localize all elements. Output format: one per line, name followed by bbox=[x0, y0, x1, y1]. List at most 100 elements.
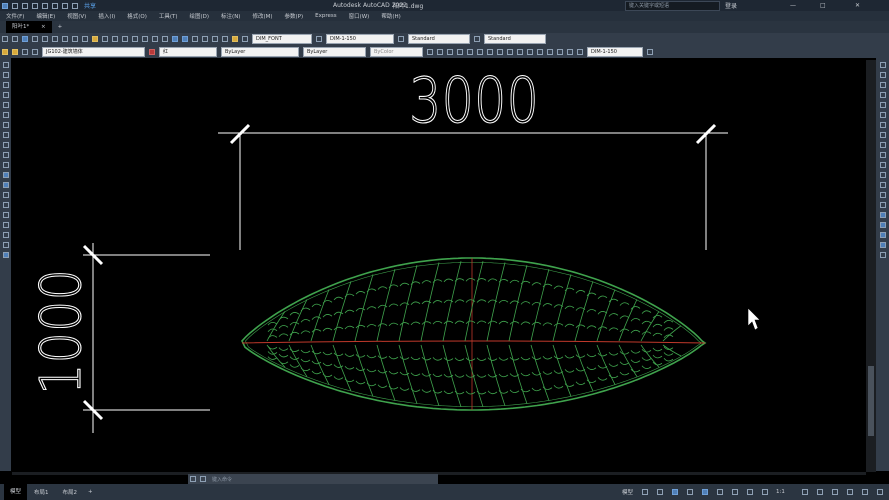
dim-edit-icon[interactable] bbox=[557, 48, 563, 55]
menu-dimension[interactable]: 标注(N) bbox=[221, 12, 240, 20]
angular-icon[interactable] bbox=[497, 48, 503, 55]
qopen-icon[interactable] bbox=[12, 36, 18, 42]
region-icon[interactable] bbox=[2, 222, 9, 228]
tab-layout2[interactable]: 布局2 bbox=[56, 488, 85, 496]
insert-block-icon[interactable] bbox=[2, 172, 9, 178]
paste-icon[interactable] bbox=[82, 36, 88, 42]
share-button[interactable]: 共享 bbox=[84, 1, 96, 10]
undo-icon[interactable] bbox=[62, 2, 68, 9]
copy-object-icon[interactable] bbox=[879, 72, 886, 78]
workspace-icon[interactable] bbox=[802, 489, 808, 495]
layer-properties-icon[interactable] bbox=[2, 48, 8, 55]
save-icon[interactable] bbox=[32, 2, 38, 9]
arc-length-icon[interactable] bbox=[447, 48, 453, 55]
match-properties-icon[interactable] bbox=[92, 36, 98, 42]
customization-icon[interactable] bbox=[877, 489, 883, 495]
tolerance-icon[interactable] bbox=[537, 48, 543, 55]
menu-window[interactable]: 窗口(W) bbox=[349, 12, 370, 20]
block-editor-icon[interactable] bbox=[102, 36, 108, 42]
add-selected-icon[interactable] bbox=[2, 252, 9, 258]
move-icon[interactable] bbox=[879, 112, 886, 118]
offset-icon[interactable] bbox=[879, 92, 886, 98]
polar-icon[interactable] bbox=[687, 489, 693, 495]
menu-express[interactable]: Express bbox=[315, 13, 336, 19]
properties-icon[interactable] bbox=[172, 36, 178, 42]
dim-update-icon[interactable] bbox=[577, 48, 583, 55]
group-icon[interactable] bbox=[879, 232, 886, 238]
spline-icon[interactable] bbox=[2, 142, 9, 148]
cut-icon[interactable] bbox=[62, 36, 68, 42]
plotstyle-dropdown[interactable]: ByColor bbox=[370, 46, 423, 57]
command-customize-icon[interactable] bbox=[200, 476, 206, 482]
app-logo-icon[interactable] bbox=[2, 2, 8, 9]
menu-edit[interactable]: 编辑(E) bbox=[36, 12, 55, 20]
dim-text-edit-icon[interactable] bbox=[567, 48, 573, 55]
text-style-dropdown[interactable]: DIM_FONT bbox=[252, 34, 312, 44]
layer-match-icon[interactable] bbox=[879, 252, 886, 258]
menu-modify[interactable]: 修改(M) bbox=[252, 12, 272, 20]
horizontal-scrollbar[interactable] bbox=[12, 472, 866, 475]
menu-file[interactable]: 文件(F) bbox=[6, 12, 24, 20]
model-space-toggle[interactable]: 模型 bbox=[622, 488, 633, 496]
sheet-set-icon[interactable] bbox=[202, 36, 208, 42]
ortho-icon[interactable] bbox=[672, 489, 678, 495]
horizontal-dimension[interactable] bbox=[218, 123, 728, 250]
polygon-icon[interactable] bbox=[2, 92, 9, 98]
menu-draw[interactable]: 绘图(D) bbox=[190, 12, 210, 20]
plot-icon[interactable] bbox=[52, 2, 58, 9]
layer-freeze-icon[interactable] bbox=[22, 48, 28, 55]
copy-icon[interactable] bbox=[72, 36, 78, 42]
explode-icon[interactable] bbox=[879, 212, 886, 218]
save-as-icon[interactable] bbox=[42, 2, 48, 9]
layer-lock-icon[interactable] bbox=[32, 48, 38, 55]
extend-icon[interactable] bbox=[879, 162, 886, 168]
vertical-scrollbar[interactable] bbox=[866, 60, 876, 472]
color-dropdown[interactable]: 红 bbox=[159, 46, 217, 57]
redo-tool-icon[interactable] bbox=[122, 36, 128, 42]
array-icon[interactable] bbox=[879, 102, 886, 108]
tool-palettes-icon[interactable] bbox=[192, 36, 198, 42]
point-icon[interactable] bbox=[2, 192, 9, 198]
ellipse-arc-icon[interactable] bbox=[2, 162, 9, 168]
tab-model[interactable]: 模型 bbox=[4, 484, 28, 500]
mirror-icon[interactable] bbox=[879, 82, 886, 88]
zoom-realtime-icon[interactable] bbox=[142, 36, 148, 42]
arc-icon[interactable] bbox=[2, 112, 9, 118]
layer-on-icon[interactable] bbox=[12, 48, 18, 55]
publish-icon[interactable] bbox=[52, 36, 58, 42]
continue-icon[interactable] bbox=[527, 48, 533, 55]
menu-view[interactable]: 视图(V) bbox=[67, 12, 86, 20]
add-layout-button[interactable]: + bbox=[84, 489, 97, 495]
login-button[interactable]: 登录 bbox=[725, 1, 737, 10]
otrack-icon[interactable] bbox=[717, 489, 723, 495]
multileader-style-icon[interactable] bbox=[474, 36, 480, 42]
pan-icon[interactable] bbox=[132, 36, 138, 42]
hatch-icon[interactable] bbox=[2, 202, 9, 208]
vertical-scroll-thumb[interactable] bbox=[868, 366, 874, 436]
minimize-button[interactable]: — bbox=[790, 2, 796, 9]
maximize-button[interactable]: □ bbox=[820, 2, 826, 9]
menu-tools[interactable]: 工具(T) bbox=[159, 12, 178, 20]
radius-icon[interactable] bbox=[467, 48, 473, 55]
jogged-icon[interactable] bbox=[477, 48, 483, 55]
open-file-icon[interactable] bbox=[22, 2, 28, 9]
revision-cloud-icon[interactable] bbox=[2, 132, 9, 138]
ordinate-icon[interactable] bbox=[457, 48, 463, 55]
menu-help[interactable]: 帮助(H) bbox=[381, 12, 400, 20]
erase-icon[interactable] bbox=[879, 62, 886, 68]
command-line[interactable]: 键入命令 bbox=[188, 474, 438, 484]
quick-properties-icon[interactable] bbox=[847, 489, 853, 495]
trim-icon[interactable] bbox=[879, 152, 886, 158]
print-icon[interactable] bbox=[32, 36, 38, 42]
multileader-style-dropdown[interactable]: Standard bbox=[484, 34, 546, 44]
linetype-dropdown[interactable]: ByLayer bbox=[221, 46, 299, 57]
center-mark-icon[interactable] bbox=[547, 48, 553, 55]
search-input[interactable]: 键入关键字或短语 bbox=[625, 1, 720, 11]
make-block-icon[interactable] bbox=[2, 182, 9, 188]
table-icon[interactable] bbox=[2, 232, 9, 238]
table-style-icon[interactable] bbox=[398, 36, 404, 42]
dim-style-dropdown[interactable]: DIM-1-150 bbox=[326, 34, 394, 44]
aligned-dim-icon[interactable] bbox=[437, 48, 443, 55]
baseline-icon[interactable] bbox=[517, 48, 523, 55]
quickcalc-icon[interactable] bbox=[222, 36, 228, 42]
